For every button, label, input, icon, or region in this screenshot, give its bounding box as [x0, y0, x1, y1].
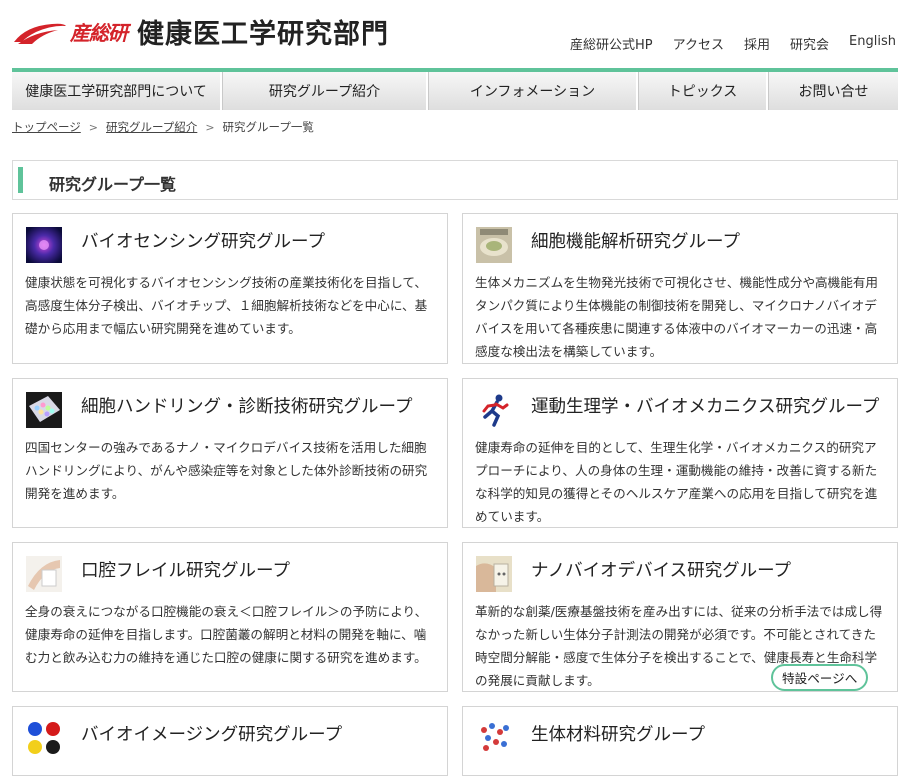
page-title-box: 研究グループ一覧: [12, 160, 898, 200]
group-title[interactable]: 細胞機能解析研究グループ: [531, 228, 740, 253]
breadcrumb-home[interactable]: トップページ: [12, 119, 81, 135]
title-accent-bar: [18, 167, 23, 193]
breadcrumb: トップページ > 研究グループ紹介 > 研究グループ一覧: [12, 119, 314, 135]
site-logo[interactable]: 産総研 健康医工学研究部門: [12, 12, 389, 51]
breadcrumb-separator: >: [205, 120, 215, 134]
group-title[interactable]: 運動生理学・バイオメカニクス研究グループ: [531, 393, 879, 418]
special-page-button[interactable]: 特設ページへ: [771, 664, 869, 691]
page-title: 研究グループ一覧: [49, 175, 177, 194]
site-header: 産総研 健康医工学研究部門 産総研公式HP アクセス 採用 研究会 Englis…: [0, 0, 918, 68]
group-card-biomaterial[interactable]: 生体材料研究グループ: [462, 706, 898, 776]
group-description: 健康状態を可視化するバイオセンシング技術の産業技術化を目指して、高感度生体分子検…: [25, 275, 428, 336]
group-title[interactable]: バイオセンシング研究グループ: [81, 228, 325, 253]
group-card-exercise-physiology[interactable]: 運動生理学・バイオメカニクス研究グループ 健康寿命の延伸を目的として、生理生化学…: [462, 378, 898, 528]
breadcrumb-parent[interactable]: 研究グループ紹介: [106, 119, 197, 135]
biomaterial-thumbnail-icon: [476, 720, 512, 756]
biosensing-thumbnail-icon: [26, 227, 62, 263]
department-title: 健康医工学研究部門: [137, 19, 389, 50]
breadcrumb-separator: >: [88, 120, 98, 134]
util-link-official-hp[interactable]: 産総研公式HP: [570, 34, 653, 53]
utility-links: 産総研公式HP アクセス 採用 研究会 English: [570, 34, 896, 53]
util-link-study-group[interactable]: 研究会: [790, 34, 829, 53]
oral-frail-thumbnail-icon: [26, 556, 62, 592]
nano-device-thumbnail-icon: [476, 556, 512, 592]
group-card-nano-biodevice[interactable]: ナノバイオデバイス研究グループ 革新的な創薬/医療基盤技術を産み出すには、従来の…: [462, 542, 898, 692]
group-title[interactable]: バイオイメージング研究グループ: [81, 721, 342, 746]
group-title[interactable]: ナノバイオデバイス研究グループ: [531, 557, 791, 582]
breadcrumb-current: 研究グループ一覧: [222, 120, 314, 134]
aist-swoosh-logo-icon: [14, 23, 66, 44]
nav-item-information[interactable]: インフォメーション: [428, 72, 638, 110]
util-link-access[interactable]: アクセス: [673, 34, 724, 53]
group-description: 生体メカニズムを生物発光技術で可視化させ、機能性成分や高機能有用タンパク質により…: [475, 275, 878, 359]
nav-item-about[interactable]: 健康医工学研究部門について: [12, 72, 222, 110]
nav-item-contact[interactable]: お問い合せ: [768, 72, 898, 110]
group-title[interactable]: 生体材料研究グループ: [531, 721, 705, 746]
group-card-cell-handling[interactable]: 細胞ハンドリング・診断技術研究グループ 四国センターの強みであるナノ・マイクロデ…: [12, 378, 448, 528]
nav-item-groups[interactable]: 研究グループ紹介: [222, 72, 428, 110]
cell-handling-thumbnail-icon: [26, 392, 62, 428]
bioimaging-thumbnail-icon: [26, 720, 62, 756]
group-description: 四国センターの強みであるナノ・マイクロデバイス技術を活用した細胞ハンドリングによ…: [25, 440, 428, 501]
group-card-oral-frail[interactable]: 口腔フレイル研究グループ 全身の衰えにつながる口腔機能の衰え＜口腔フレイル＞の予…: [12, 542, 448, 692]
util-link-english[interactable]: English: [849, 34, 896, 53]
nav-item-topics[interactable]: トピックス: [638, 72, 768, 110]
logo-aist-text: 産総研: [70, 21, 128, 45]
util-link-recruit[interactable]: 採用: [744, 34, 770, 53]
group-description: 全身の衰えにつながる口腔機能の衰え＜口腔フレイル＞の予防により、健康寿命の延伸を…: [25, 604, 428, 665]
global-nav: 健康医工学研究部門について 研究グループ紹介 インフォメーション トピックス お…: [12, 68, 898, 110]
group-title[interactable]: 細胞ハンドリング・診断技術研究グループ: [81, 393, 412, 418]
group-card-biosensing[interactable]: バイオセンシング研究グループ 健康状態を可視化するバイオセンシング技術の産業技術…: [12, 213, 448, 364]
cell-function-thumbnail-icon: [476, 227, 512, 263]
group-title[interactable]: 口腔フレイル研究グループ: [81, 557, 290, 582]
runner-icon: [476, 392, 512, 428]
group-card-cell-function[interactable]: 細胞機能解析研究グループ 生体メカニズムを生物発光技術で可視化させ、機能性成分や…: [462, 213, 898, 364]
group-card-bioimaging[interactable]: バイオイメージング研究グループ: [12, 706, 448, 776]
group-description: 健康寿命の延伸を目的として、生理生化学・バイオメカニクス的研究アプローチにより、…: [475, 440, 878, 524]
